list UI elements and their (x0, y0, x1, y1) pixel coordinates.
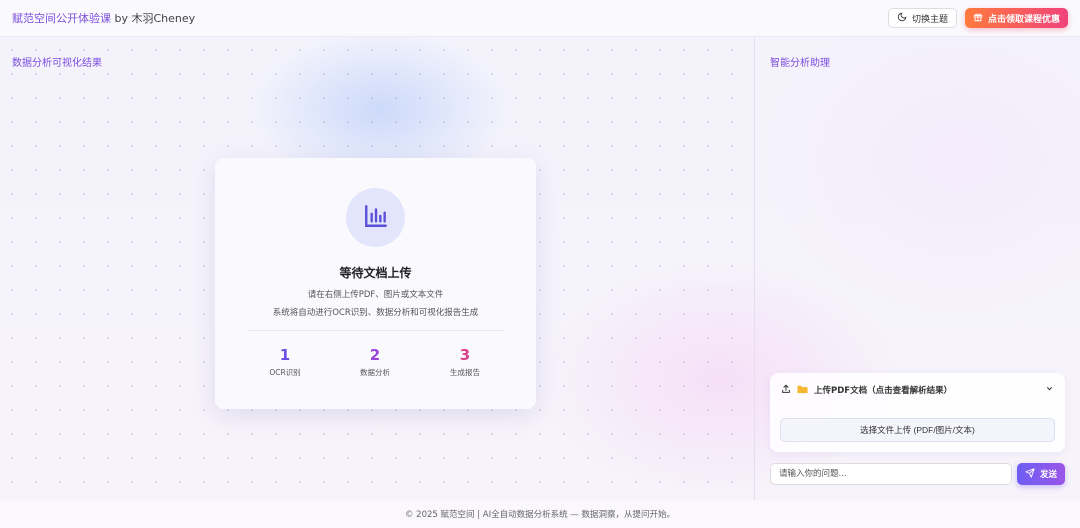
chevron-down-icon[interactable] (1045, 384, 1054, 396)
course-promo-label: 点击领取课程优惠 (987, 13, 1060, 24)
brand-title: 赋范空间公开体验课 by 木羽Cheney (12, 10, 195, 26)
step-report: 3 生成报告 (435, 346, 495, 378)
footer-text: © 2025 赋范空间 | AI全自动数据分析系统 — 数据洞察，从提问开始。 (404, 510, 676, 520)
top-header: 赋范空间公开体验课 by 木羽Cheney 切换主题 点击领取课程优惠 (0, 0, 1080, 37)
step-number: 2 (369, 346, 381, 364)
assistant-section-title: 智能分析助理 (770, 58, 830, 69)
panel-divider[interactable] (754, 38, 755, 500)
step-ocr: 1 OCR识别 (255, 346, 315, 378)
step-label: 数据分析 (360, 368, 390, 377)
toggle-theme-label: 切换主题 (911, 13, 948, 24)
step-analysis: 2 数据分析 (345, 346, 405, 378)
card-description-line1: 请在右侧上传PDF、图片或文本文件 (307, 290, 444, 300)
step-number: 1 (279, 346, 291, 364)
brand-author: by 木羽Cheney (111, 12, 196, 25)
card-divider (247, 330, 504, 331)
gift-icon (973, 12, 983, 24)
select-file-upload-button[interactable]: 选择文件上传 (PDF/图片/文本) (780, 418, 1055, 442)
step-label: 生成报告 (450, 368, 480, 377)
bar-chart-icon (363, 203, 389, 232)
card-title: 等待文档上传 (339, 266, 412, 280)
step-number: 3 (459, 346, 471, 364)
brand-course-link[interactable]: 赋范空间公开体验课 (12, 12, 111, 25)
course-promo-button[interactable]: 点击领取课程优惠 (964, 8, 1068, 28)
upload-icon (781, 384, 791, 397)
upload-panel-title: 上传PDF文档（点击查看解析结果） (814, 386, 953, 396)
question-input[interactable] (770, 463, 1012, 485)
upload-panel-header[interactable]: 上传PDF文档（点击查看解析结果） (781, 383, 1054, 397)
folder-icon (797, 384, 808, 397)
card-icon-circle (346, 188, 405, 247)
visualization-section-title: 数据分析可视化结果 (12, 58, 102, 69)
upload-panel: 上传PDF文档（点击查看解析结果） 选择文件上传 (PDF/图片/文本) (770, 373, 1065, 452)
send-button[interactable]: 发送 (1017, 463, 1065, 485)
toggle-theme-button[interactable]: 切换主题 (887, 8, 957, 28)
waiting-upload-card: 等待文档上传 请在右侧上传PDF、图片或文本文件 系统将自动进行OCR识别、数据… (215, 158, 536, 409)
card-description-line2: 系统将自动进行OCR识别、数据分析和可视化报告生成 (272, 308, 479, 318)
send-label: 发送 (1039, 469, 1057, 479)
page-footer: © 2025 赋范空间 | AI全自动数据分析系统 — 数据洞察，从提问开始。 (0, 500, 1080, 528)
step-label: OCR识别 (269, 368, 301, 377)
send-icon (1025, 468, 1035, 480)
moon-icon (897, 12, 907, 24)
